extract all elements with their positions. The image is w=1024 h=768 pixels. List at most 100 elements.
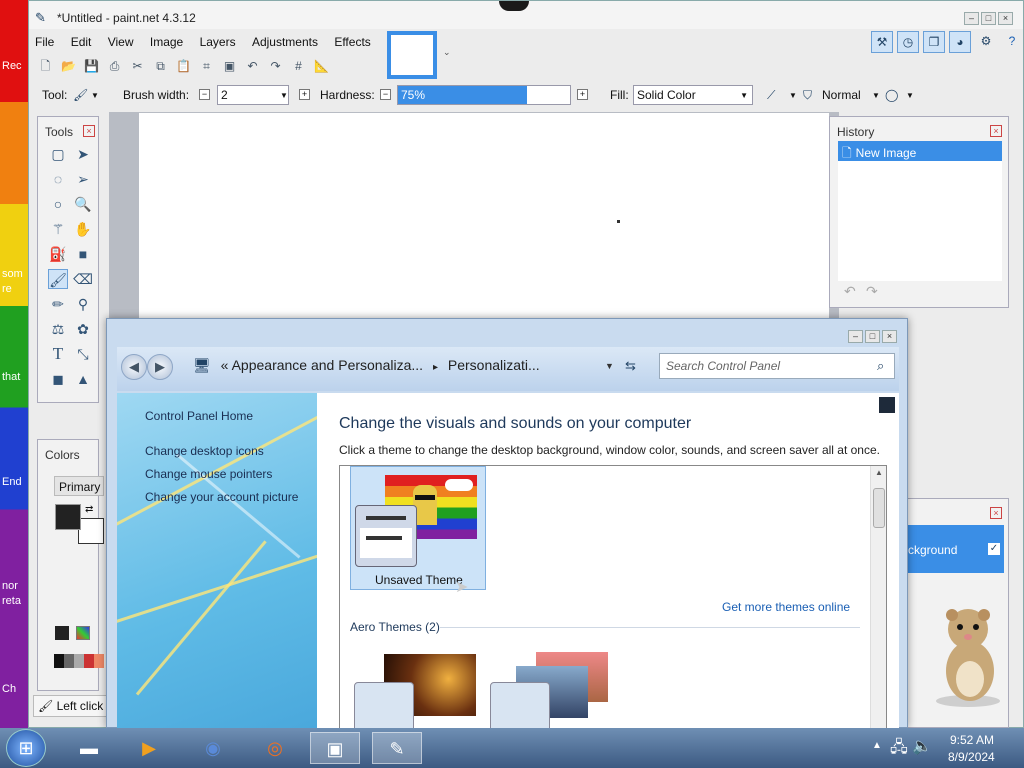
taskbar-app-icon[interactable]: ▬ [64,732,114,764]
menu-file[interactable]: File [35,35,54,49]
colors-toggle-icon[interactable]: ◕ [949,31,971,53]
minimize-button[interactable]: – [964,12,979,25]
menu-image[interactable]: Image [150,35,183,49]
clone-stamp-icon[interactable]: ⚖ [48,319,68,339]
change-desktop-icons-link[interactable]: Change desktop icons [145,444,264,458]
undo-icon[interactable]: ↶ [844,283,856,300]
firefox-icon[interactable]: ◎ [250,732,300,764]
unsaved-theme-tile[interactable]: Unsaved Theme ➤ [350,466,486,596]
control-panel-taskbar-icon[interactable]: ▣ [310,732,360,764]
chevron-down-icon[interactable]: ▼ [789,91,797,100]
close-icon[interactable]: × [990,125,1002,137]
hardness-decrease[interactable]: − [380,89,391,100]
selection-mode-icon[interactable]: ◯ [885,88,898,102]
brush-width-increase[interactable]: + [299,89,310,100]
secondary-color-swatch[interactable] [78,518,104,544]
volume-icon[interactable]: 🔈 [912,736,932,756]
change-mouse-pointers-link[interactable]: Change mouse pointers [145,467,272,481]
copy-icon[interactable]: ⧉ [152,58,169,75]
desktop-icon-label[interactable]: som [2,268,30,280]
primary-color-swatch[interactable] [55,504,81,530]
brush-width-decrease[interactable]: − [199,89,210,100]
desktop-icon-label[interactable]: End [2,476,30,488]
hardness-increase[interactable]: + [577,89,588,100]
forward-button[interactable]: ▶ [147,354,173,380]
close-button[interactable]: × [998,12,1013,25]
desktop-icon-label[interactable]: that [2,371,30,383]
chevron-down-icon[interactable]: ▼ [906,91,914,100]
zoom-icon[interactable]: 🔍 [73,194,93,214]
lasso-icon[interactable]: ◌ [48,169,68,189]
paintbrush-icon[interactable]: 🖌 [73,88,88,102]
move-selection-icon[interactable]: ➢ [73,169,93,189]
ruler-icon[interactable]: 📐 [313,58,330,75]
clock-date[interactable]: 8/9/2024 [948,750,995,764]
shapes-icon[interactable]: ◼ [48,369,68,389]
recolor-icon[interactable]: ✿ [73,319,93,339]
media-player-icon[interactable]: ▶ [124,732,174,764]
antialiasing-icon[interactable]: ⟋ [767,88,775,103]
desktop-icon-label[interactable]: reta [2,595,30,607]
network-icon[interactable]: 🖧 [890,736,908,763]
open-icon[interactable]: 📂 [60,58,77,75]
chevron-down-icon[interactable]: ▼ [605,361,614,371]
menu-adjustments[interactable]: Adjustments [252,35,318,49]
ellipse-select-icon[interactable]: ○ [48,194,68,214]
brush-width-input[interactable]: 2 [217,85,289,105]
desktop-icon-label[interactable]: re [2,283,30,295]
eraser-icon[interactable]: ⌫ [73,269,93,289]
gear-icon[interactable]: ⚙ [975,31,997,53]
crop-icon[interactable]: ⌗ [198,58,215,75]
close-button[interactable]: × [882,330,897,343]
gradient-icon[interactable]: ■ [73,244,93,264]
menu-view[interactable]: View [108,35,134,49]
globe-icon[interactable]: ◉ [188,732,238,764]
help-icon[interactable] [879,397,895,413]
paint-bucket-icon[interactable]: ⛽ [48,244,68,264]
save-icon[interactable]: 💾 [83,58,100,75]
scrollbar[interactable]: ▲ [870,466,886,728]
address-bar[interactable]: 🖥 « Appearance and Personaliza... ▸ Pers… [193,353,623,379]
move-selected-icon[interactable]: ➤ [73,144,93,164]
paintbrush-icon[interactable]: 🖌 [48,269,68,289]
pan-icon[interactable]: ✋ [73,219,93,239]
back-button[interactable]: ◀ [121,354,147,380]
cut-icon[interactable]: ✂ [129,58,146,75]
desktop-icon-label[interactable]: Rec [2,60,30,72]
maximize-button[interactable]: □ [981,12,996,25]
help-icon[interactable]: ? [1001,31,1023,53]
close-icon[interactable]: × [990,507,1002,519]
get-more-themes-link[interactable]: Get more themes online [722,600,850,614]
search-input[interactable]: Search Control Panel [659,353,895,379]
maximize-button[interactable]: □ [865,330,880,343]
breadcrumb-arrow-icon[interactable]: ▸ [433,362,438,373]
search-icon[interactable]: ⌕ [877,358,884,374]
scroll-thumb[interactable] [873,488,885,528]
layer-visible-checkbox[interactable]: ✓ [988,543,1000,555]
layers-toggle-icon[interactable]: ❐ [923,31,945,53]
blend-mode-value[interactable]: Normal [822,88,861,102]
deselect-icon[interactable]: ▣ [221,58,238,75]
image-thumbnail[interactable] [387,31,437,79]
close-icon[interactable]: × [83,125,95,137]
undo-icon[interactable]: ↶ [244,58,261,75]
breadcrumb-personalization[interactable]: Personalizati... [448,357,540,373]
primary-label[interactable]: Primary [54,476,104,496]
start-button[interactable]: ⊞ [6,729,46,767]
clock-time[interactable]: 9:52 AM [950,733,994,747]
refresh-icon[interactable]: ⇆ [625,358,636,374]
layer-row[interactable]: ckground ✓ [908,525,1004,573]
history-toggle-icon[interactable]: ◷ [897,31,919,53]
hamster-mascot[interactable] [930,603,1006,707]
fill-select[interactable]: Solid Color ▼ [633,85,753,105]
menu-edit[interactable]: Edit [71,35,92,49]
color-picker-icon[interactable]: ⚲ [73,294,93,314]
redo-icon[interactable]: ↷ [866,283,878,300]
magic-wand-icon[interactable]: ⚚ [48,219,68,239]
scroll-up-icon[interactable]: ▲ [875,468,883,477]
history-item[interactable]: 🗋 New Image [838,141,1002,161]
hardness-slider[interactable]: 75% [397,85,571,105]
breadcrumb-appearance[interactable]: Appearance and Personaliza... [232,357,423,373]
grid-icon[interactable]: # [290,58,307,75]
change-account-picture-link[interactable]: Change your account picture [145,490,298,504]
